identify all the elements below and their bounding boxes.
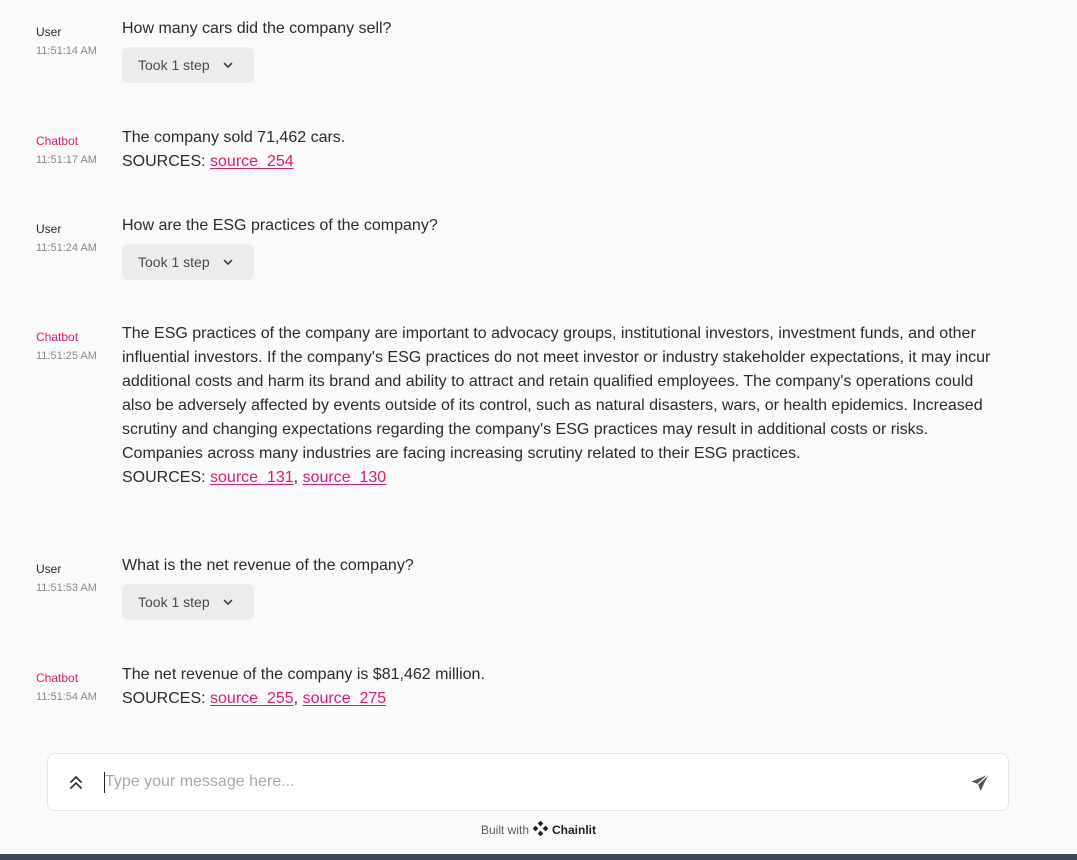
message-author: User	[36, 25, 62, 39]
source-link[interactable]: source_255	[210, 690, 294, 707]
chainlit-logo-icon	[532, 820, 549, 839]
message-timestamp: 11:51:17 AM	[36, 154, 97, 166]
sources-line: SOURCES: source_254	[122, 150, 1002, 174]
message-author: Chatbot	[36, 134, 79, 148]
brand-name: Chainlit	[552, 823, 597, 837]
built-with-footer[interactable]: Built with Chainlit	[0, 820, 1077, 839]
built-with-label: Built with	[480, 823, 530, 837]
message-text: How many cars did the company sell?	[122, 20, 392, 37]
window-bottom-bar	[0, 854, 1077, 860]
message-text: How are the ESG practices of the company…	[122, 217, 438, 234]
steps-toggle-button[interactable]: Took 1 step	[122, 47, 254, 83]
message-input[interactable]	[105, 770, 945, 794]
message-timestamp: 11:51:14 AM	[36, 45, 97, 57]
chevron-down-icon	[222, 59, 234, 71]
sources-separator: ,	[293, 469, 299, 486]
message-author: Chatbot	[36, 330, 79, 344]
message-content: The net revenue of the company is $81,46…	[122, 663, 1002, 711]
steps-toggle-label: Took 1 step	[138, 594, 210, 610]
message-author: Chatbot	[36, 671, 79, 685]
message-content: How many cars did the company sell?	[122, 17, 1002, 41]
steps-toggle-label: Took 1 step	[138, 254, 210, 270]
message-timestamp: 11:51:54 AM	[36, 691, 97, 703]
message-text: What is the net revenue of the company?	[122, 557, 414, 574]
sources-separator: ,	[293, 690, 299, 707]
message-author: User	[36, 222, 62, 236]
message-text: The net revenue of the company is $81,46…	[122, 666, 485, 683]
sources-line: SOURCES: source_255, source_275	[122, 687, 1002, 711]
double-chevron-up-icon[interactable]	[68, 774, 84, 792]
message-author: User	[36, 562, 62, 576]
chevron-down-icon	[222, 596, 234, 608]
sources-line: SOURCES: source_131, source_130	[122, 466, 1002, 490]
sources-label: SOURCES:	[122, 690, 206, 707]
message-text: The ESG practices of the company are imp…	[122, 325, 991, 462]
message-content: The ESG practices of the company are imp…	[122, 322, 1002, 490]
steps-toggle-button[interactable]: Took 1 step	[122, 584, 254, 620]
source-link[interactable]: source_275	[303, 690, 387, 707]
chevron-down-icon	[222, 256, 234, 268]
message-content: How are the ESG practices of the company…	[122, 214, 1002, 238]
source-link[interactable]: source_131	[210, 469, 294, 486]
paper-plane-icon[interactable]	[970, 773, 990, 793]
steps-toggle-label: Took 1 step	[138, 57, 210, 73]
message-content: The company sold 71,462 cars. SOURCES: s…	[122, 126, 1002, 174]
sources-label: SOURCES:	[122, 469, 206, 486]
source-link[interactable]: source_130	[303, 469, 387, 486]
message-composer	[47, 753, 1009, 811]
message-timestamp: 11:51:25 AM	[36, 350, 97, 362]
message-text: The company sold 71,462 cars.	[122, 129, 346, 146]
message-timestamp: 11:51:24 AM	[36, 242, 97, 254]
sources-label: SOURCES:	[122, 153, 206, 170]
chainlit-brand: Chainlit	[532, 820, 597, 839]
message-content: What is the net revenue of the company?	[122, 554, 1002, 578]
source-link[interactable]: source_254	[210, 153, 294, 170]
steps-toggle-button[interactable]: Took 1 step	[122, 244, 254, 280]
message-timestamp: 11:51:53 AM	[36, 582, 97, 594]
